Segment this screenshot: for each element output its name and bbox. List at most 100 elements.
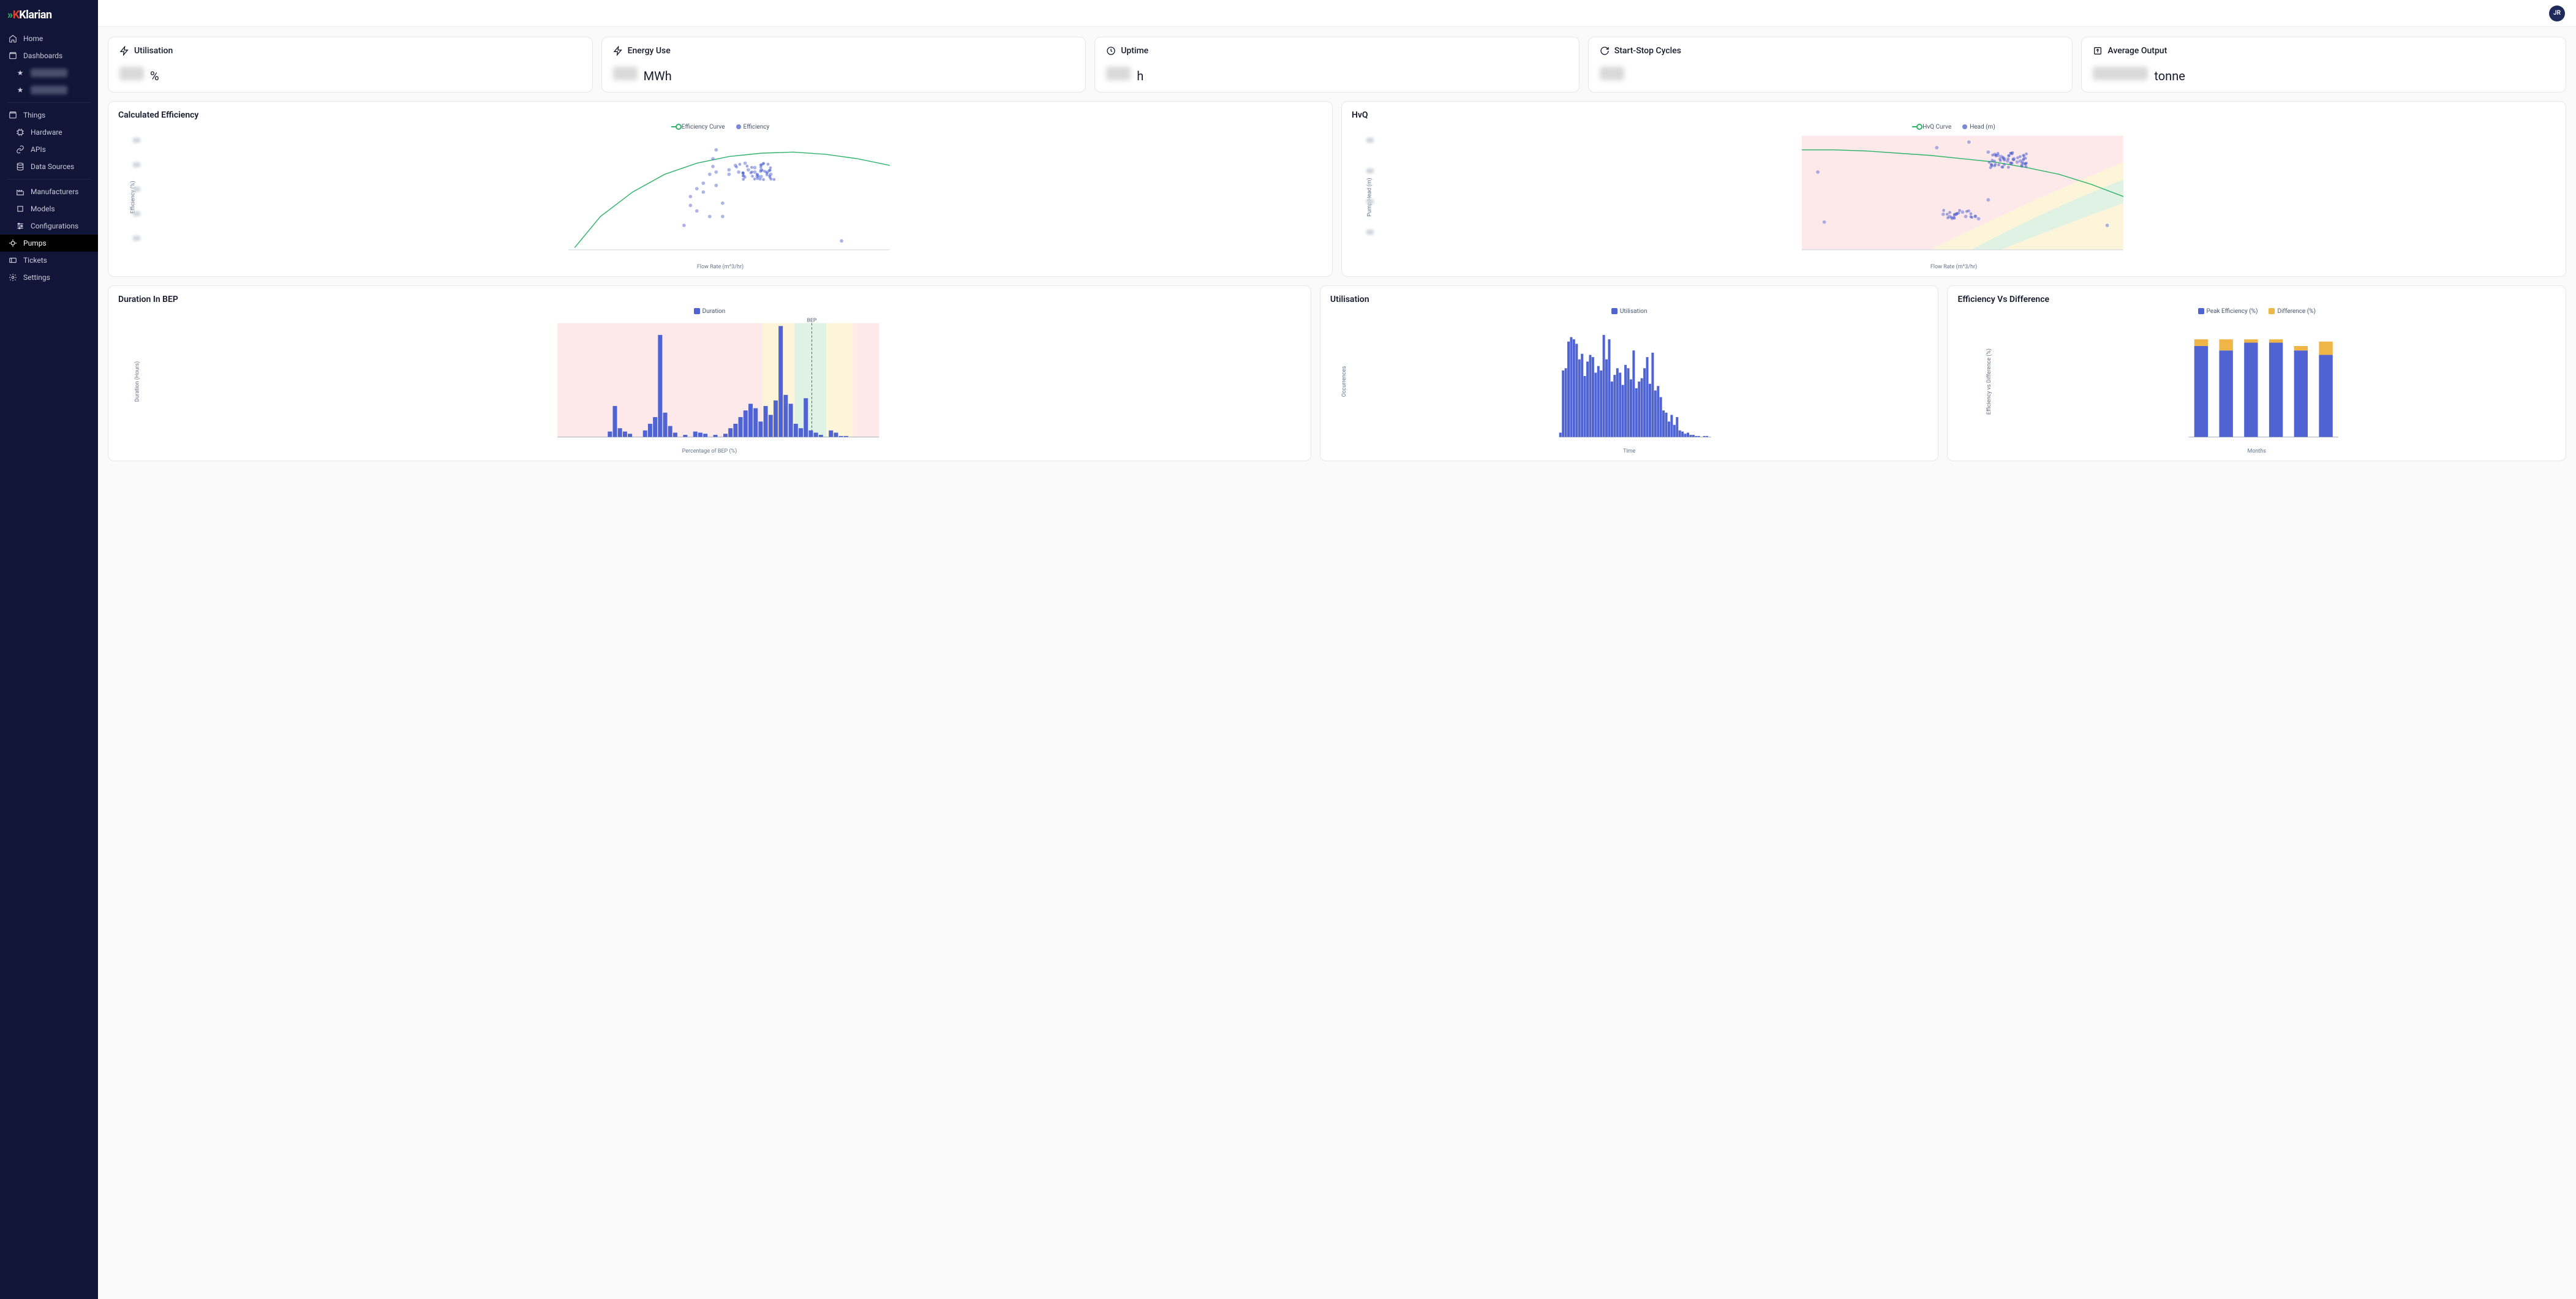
dashboard-icon	[9, 51, 17, 60]
kpi-label: Energy Use	[628, 46, 671, 56]
refresh-icon	[1600, 46, 1610, 56]
nav-apis[interactable]: APIs	[0, 141, 98, 158]
logo-chevrons-icon: »	[7, 9, 13, 21]
chart-title: Calculated Efficiency	[118, 110, 1322, 120]
kpi-utilisation: Utilisation %	[108, 37, 593, 92]
home-icon	[9, 34, 17, 43]
nav-label: Manufacturers	[31, 187, 78, 196]
nav-label: Dashboards	[23, 51, 62, 60]
chart-title: Utilisation	[1330, 295, 1929, 304]
nav-label: Configurations	[31, 222, 78, 230]
nav-configurations[interactable]: Configurations	[0, 217, 98, 235]
factory-icon	[16, 187, 24, 196]
chip-icon	[16, 128, 24, 137]
bolt-icon	[119, 46, 129, 56]
nav-models[interactable]: Models	[0, 200, 98, 217]
pump-icon	[9, 239, 17, 247]
chart-calculated-efficiency: Calculated Efficiency Efficiency Curve E…	[108, 101, 1333, 277]
ticket-icon	[9, 256, 17, 265]
kpi-label: Uptime	[1121, 46, 1148, 56]
y-axis-label: Efficiency (%)	[130, 181, 137, 213]
brand-logo: »KKlarian	[0, 0, 98, 30]
y-axis-label: Pump Head (m)	[1367, 178, 1373, 216]
nav-manufacturers[interactable]: Manufacturers	[0, 183, 98, 200]
star-icon: ★	[16, 86, 24, 94]
clock-icon	[1106, 46, 1116, 56]
nav-settings[interactable]: Settings	[0, 269, 98, 286]
export-icon	[2093, 46, 2103, 56]
x-axis-label: Time	[1330, 448, 1929, 454]
content: Utilisation % Energy Use MWh	[98, 27, 2576, 1299]
nav-label: APIs	[31, 145, 46, 154]
box-icon	[9, 111, 17, 119]
kpi-uptime: Uptime h	[1094, 37, 1580, 92]
blurred-value	[2093, 67, 2148, 80]
x-axis-label: Months	[1957, 448, 2556, 454]
nav-label: Pumps	[23, 239, 47, 247]
y-axis-label: Efficiency vs Difference (%)	[1987, 348, 1993, 415]
kpi-unit: h	[1137, 69, 1143, 83]
nav-dashboard-fav-2[interactable]: ★ xxxxxxxx	[0, 81, 98, 99]
sliders-icon	[16, 222, 24, 230]
blurred-label: xxxxxxxx	[31, 69, 67, 77]
y-axis-label: Occurrences	[1341, 366, 1347, 397]
chart-legend: Utilisation	[1330, 308, 1929, 315]
svg-text:BEP: BEP	[807, 318, 817, 324]
nav-label: Hardware	[31, 128, 62, 137]
chart-legend: HvQ Curve Head (m)	[1352, 124, 2556, 130]
stacked-bar-chart	[1957, 317, 2556, 446]
kpi-unit: MWh	[644, 69, 672, 83]
nav-label: Tickets	[23, 256, 47, 265]
chart-legend: Duration	[118, 308, 1301, 315]
nav-data-sources[interactable]: Data Sources	[0, 158, 98, 175]
cube-icon	[16, 205, 24, 213]
kpi-start-stop: Start-Stop Cycles	[1588, 37, 2073, 92]
x-axis-label: Flow Rate (m^3/hr)	[118, 264, 1322, 270]
nav-pumps[interactable]: Pumps	[0, 235, 98, 252]
nav-hardware[interactable]: Hardware	[0, 124, 98, 141]
nav-label: Data Sources	[31, 162, 74, 171]
chart-eff-vs-diff: Efficiency Vs Difference Peak Efficiency…	[1947, 285, 2566, 461]
scatter-plot	[1352, 133, 2556, 262]
kpi-average-output: Average Output tonne	[2081, 37, 2566, 92]
kpi-energy-use: Energy Use MWh	[601, 37, 1087, 92]
bar-chart	[1330, 317, 1929, 446]
blurred-value	[1600, 67, 1624, 80]
kpi-label: Utilisation	[134, 46, 173, 56]
kpi-row: Utilisation % Energy Use MWh	[108, 37, 2566, 92]
gear-icon	[9, 273, 17, 282]
nav-label: Things	[23, 111, 45, 119]
blurred-value	[119, 67, 144, 80]
kpi-unit: tonne	[2154, 69, 2185, 83]
scatter-plot	[118, 133, 1322, 262]
nav-label: Home	[23, 34, 43, 43]
topbar: JR	[98, 0, 2576, 27]
kpi-label: Average Output	[2107, 46, 2167, 56]
nav-dashboards[interactable]: Dashboards	[0, 47, 98, 64]
nav-label: Models	[31, 205, 55, 213]
chart-legend: Efficiency Curve Efficiency	[118, 124, 1322, 130]
nav-dashboard-fav-1[interactable]: ★ xxxxxxxx	[0, 64, 98, 81]
chart-title: Efficiency Vs Difference	[1957, 295, 2556, 304]
star-icon: ★	[16, 69, 24, 77]
blurred-label: xxxxxxxx	[31, 86, 67, 94]
kpi-unit: %	[150, 69, 159, 83]
nav-home[interactable]: Home	[0, 30, 98, 47]
bar-chart: BEP	[118, 317, 1301, 446]
chart-title: HvQ	[1352, 110, 2556, 120]
nav-tickets[interactable]: Tickets	[0, 252, 98, 269]
main: JR Utilisation % Energy Use	[98, 0, 2576, 1299]
database-icon	[16, 162, 24, 171]
blurred-value	[1106, 67, 1131, 80]
user-avatar[interactable]: JR	[2549, 6, 2565, 21]
nav-things[interactable]: Things	[0, 107, 98, 124]
chart-utilisation: Utilisation Utilisation Occurrences Time	[1320, 285, 1939, 461]
blurred-value	[613, 67, 638, 80]
y-axis-label: Duration (Hours)	[134, 361, 140, 402]
x-axis-label: Percentage of BEP (%)	[118, 448, 1301, 454]
chart-legend: Peak Efficiency (%) Difference (%)	[1957, 308, 2556, 315]
nav-label: Settings	[23, 273, 50, 282]
link-icon	[16, 145, 24, 154]
sidebar: »KKlarian Home Dashboards ★ xxxxxxxx ★ x…	[0, 0, 98, 1299]
chart-title: Duration In BEP	[118, 295, 1301, 304]
